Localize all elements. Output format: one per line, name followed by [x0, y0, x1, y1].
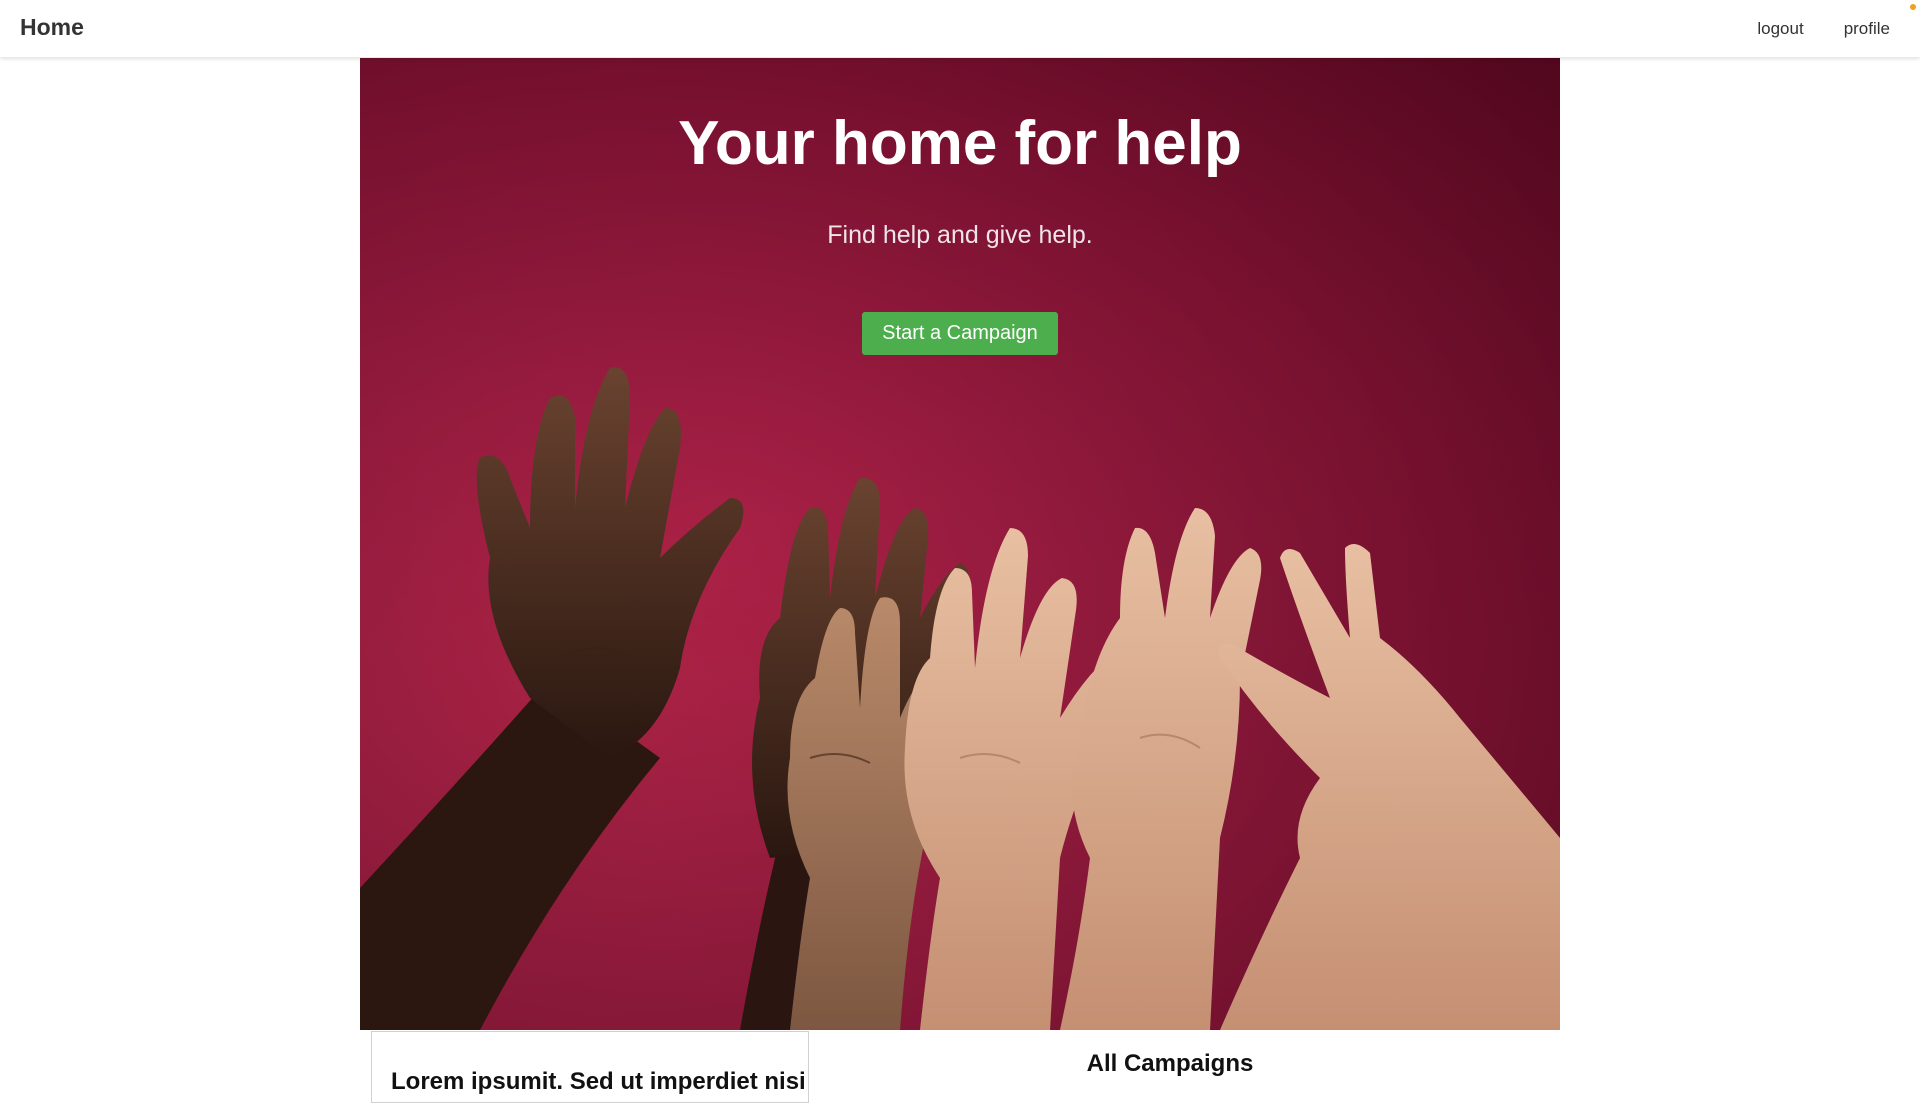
all-campaigns-heading: All Campaigns [1086, 1050, 1254, 1077]
card-title: Lorem ipsumit. Sed ut imperdiet nisi [391, 1068, 806, 1095]
nav-links: logout profile [1757, 19, 1890, 39]
hero-banner: Your home for help Find help and give he… [360, 58, 1560, 1030]
profile-link[interactable]: profile [1844, 19, 1890, 39]
top-navbar: Home logout profile [0, 0, 1920, 57]
home-brand-link[interactable]: Home [20, 14, 84, 41]
raised-hands-image [360, 58, 1560, 1030]
featured-campaign-card[interactable]: Lorem ipsumit. Sed ut imperdiet nisi [371, 1031, 809, 1103]
start-campaign-button[interactable]: Start a Campaign [862, 312, 1058, 355]
hero-title: Your home for help [678, 109, 1242, 178]
hero-subtitle: Find help and give help. [827, 221, 1093, 249]
notification-dot-icon [1910, 4, 1916, 10]
logout-link[interactable]: logout [1757, 19, 1803, 39]
